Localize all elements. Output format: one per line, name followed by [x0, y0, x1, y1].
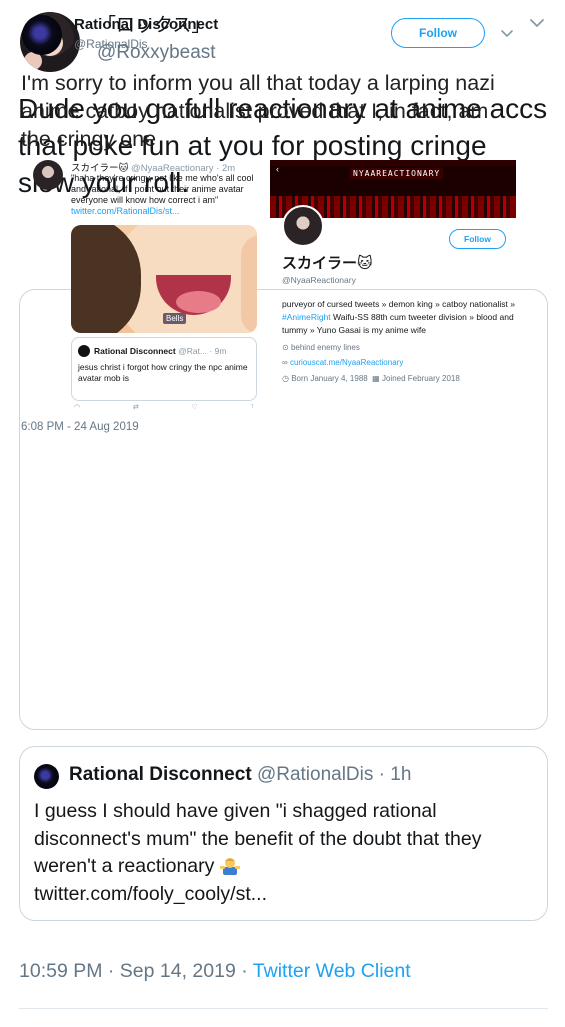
quoted-tweet-text: I guess I should have given "i shagged r…	[34, 798, 539, 908]
location-icon: ⊙	[282, 343, 289, 352]
rd-avatar[interactable]	[22, 15, 62, 55]
quoted-tweet-header[interactable]: Rational Disconnect @RationalDis · 1h	[69, 764, 411, 786]
nested-text: jesus christ i forgot how cringy the npc…	[78, 362, 248, 383]
nested-name: Rational Disconnect	[94, 346, 176, 356]
tweet-footer: 10:59 PM · Sep 14, 2019 · Twitter Web Cl…	[19, 960, 411, 983]
inner-actions: ◠ ⇄ ♡ ↑	[74, 403, 254, 411]
location-text: behind enemy lines	[290, 343, 360, 352]
nested-header: Rational Disconnect @Rat... · 9m	[94, 346, 226, 356]
screenshot-timestamp: 6:08 PM - 24 Aug 2019	[21, 421, 139, 433]
rd-handle[interactable]: @RationalDis	[74, 37, 148, 51]
tweet-client[interactable]: Twitter Web Client	[253, 960, 411, 982]
share-icon: ↑	[250, 403, 254, 410]
profile-dates: ◷ Born January 4, 1988 ▦ Joined February…	[282, 374, 460, 383]
link-icon: ∞	[282, 358, 288, 367]
profile-follow-button: Follow	[449, 229, 506, 249]
inner-tweet-text: "haha they're cringy, not like me who's …	[71, 173, 256, 217]
chevron-down-icon[interactable]	[500, 26, 514, 40]
quoted-tweet-body: I guess I should have given "i shagged r…	[34, 800, 482, 877]
anime-image: Bells	[71, 225, 257, 333]
quoted-tweet-avatar[interactable]	[34, 764, 59, 789]
person-shrugging-emoji-icon	[219, 858, 240, 875]
bio-part-1: purveyor of cursed tweets » demon king »…	[282, 299, 515, 309]
born-text: Born January 4, 1988	[291, 374, 368, 383]
nested-handle-time: @Rat... · 9m	[178, 346, 227, 356]
quoted-tweet-link[interactable]: twitter.com/fooly_cooly/st...	[34, 883, 267, 905]
follow-button[interactable]: Follow	[391, 18, 485, 48]
image-badge: Bells	[163, 313, 187, 324]
profile-handle: @NyaaReactionary	[282, 275, 356, 285]
like-icon: ♡	[191, 404, 198, 411]
inner-tweet-header: スカイラー🐱 @NyaaReactionary · 2m	[71, 160, 235, 174]
inner-text: "haha they're cringy, not like me who's …	[71, 173, 254, 205]
quoted-tweet-handle-time[interactable]: @RationalDis · 1h	[257, 764, 411, 785]
quoted-tweet-name[interactable]: Rational Disconnect	[69, 764, 252, 785]
retweet-icon: ⇄	[132, 404, 139, 411]
profile-name: スカイラー🐱	[282, 254, 373, 272]
inner-avatar	[33, 160, 63, 190]
joined-text: Joined February 2018	[381, 374, 460, 383]
divider	[19, 1008, 548, 1009]
bio-hashtag: #AnimeRight	[282, 312, 331, 322]
banner-title: NYAAREACTIONARY	[350, 168, 444, 179]
reply-icon: ◠	[74, 404, 81, 411]
chevron-down-icon[interactable]	[528, 14, 546, 32]
tweet-time: 10:59 PM · Sep 14, 2019 ·	[19, 960, 253, 982]
profile-location: ⊙ behind enemy lines	[282, 343, 360, 352]
inner-link: twitter.com/RationalDis/st...	[71, 206, 180, 216]
back-arrow-icon: ‹	[276, 164, 279, 174]
profile-website: ∞ curiouscat.me/NyaaReactionary	[282, 358, 403, 367]
calendar-icon: ▦	[372, 374, 380, 383]
profile-bio: purveyor of cursed tweets » demon king »…	[282, 298, 518, 337]
rd-name[interactable]: Rational Disconnect	[74, 16, 218, 33]
profile-avatar	[282, 205, 324, 247]
quoted-screenshot-text: I'm sorry to inform you all that today a…	[21, 71, 495, 151]
nested-avatar	[78, 345, 90, 357]
website-text: curiouscat.me/NyaaReactionary	[289, 358, 404, 367]
birthday-icon: ◷	[282, 374, 289, 383]
